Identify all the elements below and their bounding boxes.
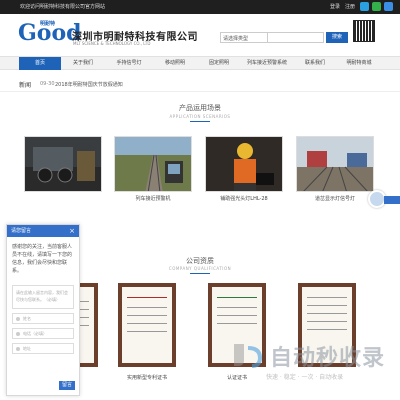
main-nav: 首页 关于我们 手持信号灯 移动照明 固定照明 列车接近预警系统 联系我们 明耐… [0,56,400,70]
send-button[interactable]: 留言 [59,381,75,390]
close-icon[interactable]: × [69,225,75,237]
certificate-image[interactable] [118,283,176,367]
login-link[interactable]: 登录 [330,3,340,10]
scenario-caption: 道岔显示灯信号灯 [314,196,355,202]
nav-item-mobile-light[interactable]: 移动照明 [153,57,197,70]
user-icon [16,317,20,321]
wechat-icon[interactable] [372,2,381,11]
chat-message: 感谢您的关注，当前客服人员不在线，请填写一下您的信息，我们会尽快和您联系。 [12,244,73,274]
scenario-card[interactable]: 铺助强光头灯LHL-28 [205,136,283,202]
watermark: 自动秒收录 快速 · 稳定 · 一次 · 自动收录 [230,336,395,381]
qq-icon[interactable] [360,2,369,11]
scenario-card[interactable]: 列车接近预警机 [114,136,192,202]
nav-item-contact[interactable]: 联系我们 [293,57,337,70]
search-type-select[interactable]: 请选择类型 [220,32,268,43]
watermark-subtext: 快速 · 稳定 · 一次 · 自动收录 [266,374,344,381]
news-ticker: 新闻 09-30 2018年明耐特国庆节放假通知 [0,76,400,92]
nav-item-handheld[interactable]: 手持信号灯 [105,57,153,70]
scenarios-title: 产品运用场景 [179,104,221,112]
weibo-icon[interactable] [384,2,393,11]
watermark-logo-icon [234,344,263,368]
news-link[interactable]: 2018年明耐特国庆节放假通知 [55,81,123,88]
nav-item-fixed-light[interactable]: 固定照明 [197,57,241,70]
scenario-photo [24,136,102,192]
company-name-en: MLT SCIENCE & TECHNOLOGY CO., LTD [73,41,151,46]
scenario-card[interactable] [24,136,102,195]
address-placeholder: 地址 [23,346,31,351]
scenario-photo [205,136,283,192]
nav-item-mall[interactable]: 明耐特商城 [337,57,381,70]
news-date: 09-30 [40,81,55,87]
scenarios-subtitle: APPLICATION SCENARIOS [169,114,231,119]
phone-placeholder: 电话（必填） [23,331,47,336]
scenario-photo [296,136,374,192]
location-icon [16,347,20,351]
scenario-photo [114,136,192,192]
news-label: 新闻 [19,82,32,89]
message-textarea[interactable]: 请在此输入留言内容，我们会尽快与您联系。（必填） [12,285,74,309]
name-field[interactable]: 姓名 [12,313,74,324]
phone-icon [16,332,20,336]
customer-service-tab[interactable] [384,196,400,204]
scenarios-divider [190,121,210,122]
nav-item-home[interactable]: 首页 [19,57,61,70]
search-input[interactable] [268,32,324,43]
certificate-caption: 实用新型专利证书 [126,375,167,381]
chat-header: 请您留言 × [7,225,79,237]
company-logo[interactable]: Good 明耐特 [18,18,82,54]
logo-sub: 明耐特 [40,21,56,27]
welcome-text: 欢迎访问明耐特科技有限公司官方网站 [20,4,106,10]
search-button[interactable]: 搜索 [326,32,348,43]
watermark-text: 自动秒收录 [270,346,386,371]
scenario-card[interactable]: 道岔显示灯信号灯 [296,136,374,202]
chat-widget: 请您留言 × 感谢您的关注，当前客服人员不在线，请填写一下您的信息，我们会尽快和… [6,224,80,396]
qualification-divider [190,273,210,274]
chat-title: 请您留言 [11,228,32,234]
register-link[interactable]: 注册 [345,3,355,10]
nav-item-about[interactable]: 关于我们 [61,57,105,70]
name-placeholder: 姓名 [23,316,31,321]
header: Good 明耐特 深圳市明耐特科技有限公司 MLT SCIENCE & TECH… [0,14,400,58]
scenario-caption: 铺助强光头灯LHL-28 [220,196,268,202]
top-bar: 欢迎访问明耐特科技有限公司官方网站 登录 注册 [0,0,400,14]
scenario-caption: 列车接近预警机 [135,196,171,202]
phone-field[interactable]: 电话（必填） [12,328,74,339]
nav-item-warning-system[interactable]: 列车接近预警系统 [241,57,293,70]
qr-code-icon [353,20,375,42]
address-field[interactable]: 地址 [12,343,74,354]
